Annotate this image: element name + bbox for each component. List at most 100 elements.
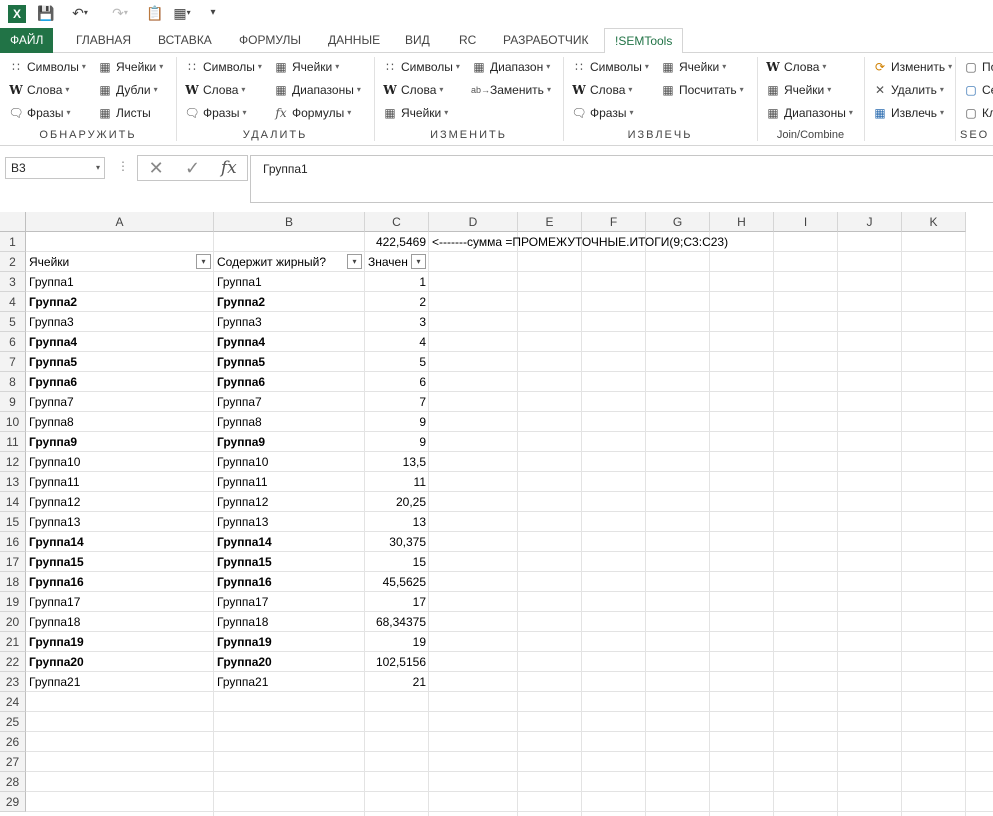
- row-header-18[interactable]: 18: [0, 572, 26, 592]
- select-all-corner[interactable]: [0, 212, 26, 232]
- seo-item-2-button[interactable]: ▢Се: [963, 80, 993, 100]
- row-header-14[interactable]: 14: [0, 492, 26, 512]
- table-cell[interactable]: Группа11: [26, 472, 214, 492]
- row-header-23[interactable]: 23: [0, 672, 26, 692]
- tab-semtools[interactable]: !SEMTools: [604, 28, 684, 54]
- column-header-b[interactable]: B: [214, 212, 365, 232]
- table-cell[interactable]: Группа10: [26, 452, 214, 472]
- table-cell[interactable]: Группа4: [26, 332, 214, 352]
- count-button[interactable]: ▦ Посчитать ▾: [660, 80, 743, 100]
- modify-cells-button[interactable]: ▦ Ячейки ▾: [382, 103, 448, 123]
- delete-button[interactable]: ✕ Удалить ▾: [872, 80, 944, 100]
- table-cell[interactable]: 1: [365, 272, 429, 292]
- spreadsheet-grid[interactable]: A B C D E F G H I J K 1 2 3 4 5 6 7 8 9 10 11 12 13 14 15 16 17 18 19…: [0, 212, 993, 816]
- seo-item-3-button[interactable]: ▢ Кл: [963, 103, 993, 123]
- filter-a-button[interactable]: ▾: [196, 254, 211, 269]
- table-cell[interactable]: Группа9: [214, 432, 365, 452]
- tab-home[interactable]: ГЛАВНАЯ: [70, 28, 137, 53]
- join-words-button[interactable]: W Слова ▾: [765, 57, 826, 77]
- table-cell[interactable]: Группа17: [214, 592, 365, 612]
- remove-formulas-button[interactable]: fx Формулы ▾: [273, 103, 351, 123]
- column-header-d[interactable]: D: [429, 212, 518, 232]
- table-cell[interactable]: Группа11: [214, 472, 365, 492]
- detect-sheets-button[interactable]: ▦ Листы: [97, 103, 150, 123]
- tab-data[interactable]: ДАННЫЕ: [322, 28, 386, 53]
- cancel-icon[interactable]: ✕: [141, 158, 171, 179]
- row-header-16[interactable]: 16: [0, 532, 26, 552]
- remove-cells-button[interactable]: ▦ Ячейки ▾: [273, 57, 339, 77]
- table-cell[interactable]: 5: [365, 352, 429, 372]
- insert-function-icon[interactable]: fx: [214, 158, 244, 178]
- column-header-a[interactable]: A: [26, 212, 214, 232]
- table-cell[interactable]: Группа14: [214, 532, 365, 552]
- table-cell[interactable]: 30,375: [365, 532, 429, 552]
- join-ranges-button[interactable]: ▦ Диапазоны ▾: [765, 103, 853, 123]
- filter-c-button[interactable]: ▾: [411, 254, 426, 269]
- table-cell[interactable]: Группа18: [214, 612, 365, 632]
- extract-button[interactable]: ▦ Извлечь ▾: [872, 103, 944, 123]
- table-cell[interactable]: Группа12: [214, 492, 365, 512]
- detect-words-button[interactable]: W Слова ▾: [8, 80, 69, 100]
- join-cells-button[interactable]: ▦ Ячейки ▾: [765, 80, 831, 100]
- table-cell[interactable]: Группа15: [26, 552, 214, 572]
- table-cell[interactable]: Группа5: [26, 352, 214, 372]
- column-header-j[interactable]: J: [838, 212, 902, 232]
- table-cell[interactable]: Группа12: [26, 492, 214, 512]
- table-cell[interactable]: 11: [365, 472, 429, 492]
- table-cell[interactable]: Группа7: [214, 392, 365, 412]
- table-cell[interactable]: Группа13: [26, 512, 214, 532]
- header-cell[interactable]: Содержит жирный?: [214, 252, 365, 272]
- tab-file[interactable]: ФАЙЛ: [0, 28, 54, 53]
- detect-symbols-button[interactable]: ∷ Символы ▾: [8, 57, 86, 77]
- remove-symbols-button[interactable]: ∷ Символы ▾: [184, 57, 262, 77]
- tab-rc[interactable]: RC: [453, 28, 482, 53]
- table-cell[interactable]: Группа2: [214, 292, 365, 312]
- table-cell[interactable]: 21: [365, 672, 429, 692]
- replace-button[interactable]: ab→ Заменить ▾: [471, 80, 551, 100]
- extract-phrases-button[interactable]: 🗨 Фразы ▾: [571, 103, 633, 123]
- row-header-27[interactable]: 27: [0, 752, 26, 772]
- row-header-13[interactable]: 13: [0, 472, 26, 492]
- paste-icon[interactable]: 📋: [146, 4, 164, 22]
- table-cell[interactable]: Группа19: [26, 632, 214, 652]
- table-cell[interactable]: 7: [365, 392, 429, 412]
- more-icon[interactable]: ⋮: [117, 159, 129, 173]
- table-cell[interactable]: Группа18: [26, 612, 214, 632]
- table-cell[interactable]: Группа1: [26, 272, 214, 292]
- table-cell[interactable]: 13,5: [365, 452, 429, 472]
- row-header-17[interactable]: 17: [0, 552, 26, 572]
- table-cell[interactable]: Группа21: [26, 672, 214, 692]
- table-cell[interactable]: Группа16: [26, 572, 214, 592]
- table-cell[interactable]: 9: [365, 432, 429, 452]
- row-header-20[interactable]: 20: [0, 612, 26, 632]
- detect-phrases-button[interactable]: 🗨 Фразы ▾: [8, 103, 70, 123]
- column-header-e[interactable]: E: [518, 212, 582, 232]
- subtotal-cell[interactable]: 422,5469: [365, 232, 429, 252]
- chevron-down-icon[interactable]: ▾: [96, 158, 100, 178]
- table-cell[interactable]: Группа4: [214, 332, 365, 352]
- redo-icon[interactable]: ↷ ▾: [106, 4, 134, 22]
- remove-ranges-button[interactable]: ▦ Диапазоны ▾: [273, 80, 361, 100]
- table-cell[interactable]: Группа13: [214, 512, 365, 532]
- row-header-10[interactable]: 10: [0, 412, 26, 432]
- table-cell[interactable]: Группа8: [26, 412, 214, 432]
- table-cell[interactable]: 19: [365, 632, 429, 652]
- row-header-26[interactable]: 26: [0, 732, 26, 752]
- header-cell[interactable]: Ячейки: [26, 252, 214, 272]
- tab-formulas[interactable]: ФОРМУЛЫ: [233, 28, 307, 53]
- form-icon[interactable]: ▦ ▾: [168, 4, 196, 22]
- table-cell[interactable]: 9: [365, 412, 429, 432]
- extract-symbols-button[interactable]: ∷ Символы ▾: [571, 57, 649, 77]
- table-cell[interactable]: Группа7: [26, 392, 214, 412]
- filter-b-button[interactable]: ▾: [347, 254, 362, 269]
- row-header-24[interactable]: 24: [0, 692, 26, 712]
- undo-icon[interactable]: ↶ ▾: [66, 4, 94, 22]
- row-header-22[interactable]: 22: [0, 652, 26, 672]
- row-header-15[interactable]: 15: [0, 512, 26, 532]
- column-header-c[interactable]: C: [365, 212, 429, 232]
- row-header-4[interactable]: 4: [0, 292, 26, 312]
- table-cell[interactable]: 20,25: [365, 492, 429, 512]
- row-header-19[interactable]: 19: [0, 592, 26, 612]
- extract-cells-button[interactable]: ▦ Ячейки ▾: [660, 57, 726, 77]
- column-header-f[interactable]: F: [582, 212, 646, 232]
